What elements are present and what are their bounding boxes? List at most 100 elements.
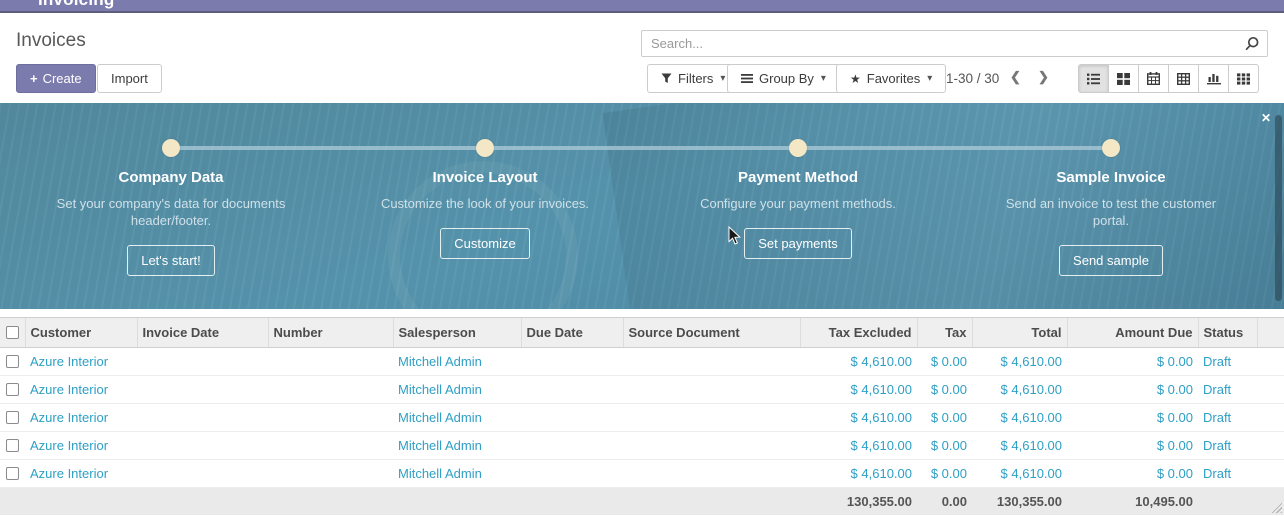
invoice-row[interactable]: Azure Interior Mitchell Admin $ 4,610.00… — [0, 348, 1284, 376]
salesperson-cell[interactable]: Mitchell Admin — [393, 348, 521, 376]
customer-cell[interactable]: Azure Interior — [25, 376, 137, 404]
search-input[interactable] — [642, 31, 1267, 56]
set-payments-button[interactable]: Set payments — [744, 228, 852, 259]
column-header-number[interactable]: Number — [268, 318, 393, 348]
source-document-cell[interactable] — [623, 376, 800, 404]
tax-cell[interactable]: $ 0.00 — [917, 348, 972, 376]
pager-next-button[interactable]: ❯ — [1038, 69, 1049, 85]
customer-cell[interactable]: Azure Interior — [25, 460, 137, 488]
favorites-button[interactable]: ★ Favorites ▾ — [836, 64, 946, 93]
status-cell[interactable]: Draft — [1198, 376, 1257, 404]
amount-due-cell[interactable]: $ 0.00 — [1067, 432, 1198, 460]
total-cell[interactable]: $ 4,610.00 — [972, 460, 1067, 488]
invoice-row[interactable]: Azure Interior Mitchell Admin $ 4,610.00… — [0, 460, 1284, 488]
column-header-invoice-date[interactable]: Invoice Date — [137, 318, 268, 348]
column-header-tax[interactable]: Tax — [917, 318, 972, 348]
select-all-checkbox[interactable] — [6, 326, 19, 339]
lets-start-button[interactable]: Let's start! — [127, 245, 215, 276]
total-cell[interactable]: $ 4,610.00 — [972, 376, 1067, 404]
tax-cell[interactable]: $ 0.00 — [917, 376, 972, 404]
due-date-cell[interactable] — [521, 376, 623, 404]
status-cell[interactable]: Draft — [1198, 348, 1257, 376]
status-cell[interactable]: Draft — [1198, 460, 1257, 488]
salesperson-cell[interactable]: Mitchell Admin — [393, 376, 521, 404]
salesperson-cell[interactable]: Mitchell Admin — [393, 432, 521, 460]
due-date-cell[interactable] — [521, 432, 623, 460]
close-icon[interactable]: ✕ — [1261, 111, 1271, 125]
amount-due-cell[interactable]: $ 0.00 — [1067, 460, 1198, 488]
column-header-total[interactable]: Total — [972, 318, 1067, 348]
status-cell[interactable]: Draft — [1198, 404, 1257, 432]
filters-button[interactable]: Filters ▾ — [647, 64, 739, 93]
invoice-row[interactable]: Azure Interior Mitchell Admin $ 4,610.00… — [0, 432, 1284, 460]
customize-button[interactable]: Customize — [440, 228, 529, 259]
total-cell[interactable]: $ 4,610.00 — [972, 404, 1067, 432]
amount-due-cell[interactable]: $ 0.00 — [1067, 376, 1198, 404]
invoice-row[interactable]: Azure Interior Mitchell Admin $ 4,610.00… — [0, 404, 1284, 432]
row-checkbox[interactable] — [6, 439, 19, 452]
column-header-status[interactable]: Status — [1198, 318, 1257, 348]
column-header-salesperson[interactable]: Salesperson — [393, 318, 521, 348]
tax-excluded-cell[interactable]: $ 4,610.00 — [800, 348, 917, 376]
pivot-view-button[interactable] — [1168, 64, 1199, 93]
invoice-row[interactable]: Azure Interior Mitchell Admin $ 4,610.00… — [0, 376, 1284, 404]
row-checkbox[interactable] — [6, 383, 19, 396]
total-cell[interactable]: $ 4,610.00 — [972, 432, 1067, 460]
pager-previous-button[interactable]: ❮ — [1010, 69, 1021, 85]
invoice-date-cell[interactable] — [137, 460, 268, 488]
graph-view-button[interactable] — [1198, 64, 1229, 93]
salesperson-cell[interactable]: Mitchell Admin — [393, 404, 521, 432]
invoice-date-cell[interactable] — [137, 376, 268, 404]
due-date-cell[interactable] — [521, 460, 623, 488]
amount-due-cell[interactable]: $ 0.00 — [1067, 404, 1198, 432]
tax-cell[interactable]: $ 0.00 — [917, 432, 972, 460]
grid-view-button[interactable] — [1228, 64, 1259, 93]
invoice-date-cell[interactable] — [137, 348, 268, 376]
invoice-date-cell[interactable] — [137, 432, 268, 460]
list-view-button[interactable] — [1078, 64, 1109, 93]
tax-cell[interactable]: $ 0.00 — [917, 460, 972, 488]
row-checkbox[interactable] — [6, 467, 19, 480]
due-date-cell[interactable] — [521, 404, 623, 432]
create-button[interactable]: + Create — [16, 64, 96, 93]
column-header-customer[interactable]: Customer — [25, 318, 137, 348]
app-menu-title[interactable]: Invoicing — [38, 0, 114, 10]
status-cell[interactable]: Draft — [1198, 432, 1257, 460]
calendar-view-button[interactable] — [1138, 64, 1169, 93]
group-by-button[interactable]: Group By ▾ — [727, 64, 840, 93]
number-cell[interactable] — [268, 460, 393, 488]
tax-excluded-cell[interactable]: $ 4,610.00 — [800, 460, 917, 488]
customer-cell[interactable]: Azure Interior — [25, 348, 137, 376]
number-cell[interactable] — [268, 432, 393, 460]
number-cell[interactable] — [268, 348, 393, 376]
customer-cell[interactable]: Azure Interior — [25, 404, 137, 432]
amount-due-cell[interactable]: $ 0.00 — [1067, 348, 1198, 376]
column-header-due-date[interactable]: Due Date — [521, 318, 623, 348]
number-cell[interactable] — [268, 404, 393, 432]
customer-cell[interactable]: Azure Interior — [25, 432, 137, 460]
invoice-date-cell[interactable] — [137, 404, 268, 432]
tax-excluded-cell[interactable]: $ 4,610.00 — [800, 432, 917, 460]
number-cell[interactable] — [268, 376, 393, 404]
source-document-cell[interactable] — [623, 348, 800, 376]
row-checkbox[interactable] — [6, 355, 19, 368]
column-header-tax-excluded[interactable]: Tax Excluded — [800, 318, 917, 348]
tax-cell[interactable]: $ 0.00 — [917, 404, 972, 432]
due-date-cell[interactable] — [521, 348, 623, 376]
scrollbar-thumb[interactable] — [1275, 115, 1282, 301]
total-cell[interactable]: $ 4,610.00 — [972, 348, 1067, 376]
column-header-source-document[interactable]: Source Document — [623, 318, 800, 348]
kanban-view-button[interactable] — [1108, 64, 1139, 93]
salesperson-cell[interactable]: Mitchell Admin — [393, 460, 521, 488]
search-icon[interactable] — [1244, 36, 1260, 52]
tax-excluded-cell[interactable]: $ 4,610.00 — [800, 404, 917, 432]
tax-excluded-cell[interactable]: $ 4,610.00 — [800, 376, 917, 404]
source-document-cell[interactable] — [623, 460, 800, 488]
import-button[interactable]: Import — [97, 64, 162, 93]
row-checkbox[interactable] — [6, 411, 19, 424]
send-sample-button[interactable]: Send sample — [1059, 245, 1163, 276]
column-header-amount-due[interactable]: Amount Due — [1067, 318, 1198, 348]
step-description: Set your company's data for documents he… — [51, 195, 291, 229]
source-document-cell[interactable] — [623, 432, 800, 460]
source-document-cell[interactable] — [623, 404, 800, 432]
